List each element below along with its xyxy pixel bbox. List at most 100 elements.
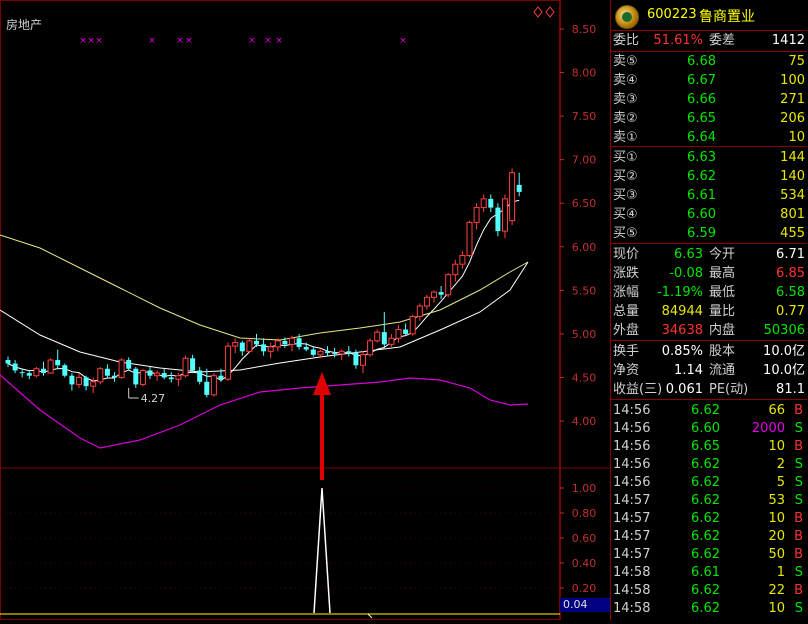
signal-marker: ×	[275, 36, 283, 46]
candle-body	[459, 254, 466, 265]
candle-body	[232, 342, 239, 347]
price-tick-label: 5.00	[572, 328, 597, 341]
stock-name: 鲁商置业	[699, 9, 755, 25]
candle-body	[502, 198, 508, 232]
stock-code: 600223	[647, 7, 697, 22]
candle-body	[409, 315, 416, 335]
arrow-head-icon	[313, 372, 331, 395]
indicator-tick-label: 0.40	[572, 557, 597, 570]
candle-body	[190, 358, 196, 371]
candle-body	[274, 340, 281, 348]
signal-marker: ×	[176, 36, 184, 46]
candle-body	[133, 368, 139, 385]
price-tick-label: 5.50	[572, 284, 597, 297]
candle-body	[296, 338, 302, 347]
candle-body	[90, 381, 97, 387]
candle-body	[325, 351, 330, 354]
signal-marker: ×	[399, 36, 407, 46]
bid-row: 买① 6.63 144	[613, 150, 805, 165]
diamond-icon	[545, 6, 555, 18]
chart-border	[0, 0, 560, 620]
indicator-panel	[0, 487, 560, 619]
price-tick-label: 4.50	[572, 371, 597, 384]
candle-body	[353, 353, 359, 366]
price-tick-label: 4.00	[572, 415, 597, 428]
candle-body	[19, 372, 25, 374]
quote-row: 涨跌 -0.08 最高 6.85	[613, 266, 805, 281]
candle-body	[261, 344, 267, 352]
tick-row: 14:58 6.62 22 B	[613, 583, 803, 598]
candle-body	[246, 340, 253, 352]
signal-marker: ×	[95, 36, 103, 46]
candle-body	[452, 263, 459, 276]
annotations: × × × × × × × × × ×4.27	[79, 6, 555, 480]
candle-body	[403, 329, 409, 334]
candle-body	[395, 329, 402, 339]
sector-label: 房地产	[6, 18, 43, 32]
bid-row: 买③ 6.61 534	[613, 188, 805, 203]
candle-body	[509, 172, 516, 222]
candle-body	[204, 381, 210, 395]
tick-row: 14:57 6.62 20 B	[613, 529, 803, 544]
candle-body	[338, 350, 345, 355]
signal-marker: ×	[148, 36, 156, 46]
candle-body	[423, 296, 430, 307]
finance-row: 净资 1.14 流通 10.0亿	[613, 363, 805, 378]
grid-layer	[0, 0, 560, 620]
candle-body	[62, 365, 68, 376]
indicator-tick-label: 0.80	[572, 507, 597, 520]
candle-body	[225, 345, 232, 380]
candle-body	[282, 340, 288, 345]
candle-body	[332, 353, 338, 355]
kline-chart[interactable]: × × × × × × × × × × 4.27 房地产	[0, 0, 560, 620]
quote-row: 涨幅 -1.19% 最低 6.58	[613, 285, 805, 300]
ask-row: 卖⑤ 6.68 75	[613, 54, 805, 69]
candle-body	[104, 368, 110, 376]
price-tick-label: 8.50	[572, 23, 597, 36]
signal-marker: ×	[87, 36, 95, 46]
candle-body	[267, 346, 274, 352]
candle-body	[197, 370, 203, 382]
candle-body	[12, 363, 18, 371]
candle-body	[473, 207, 480, 223]
tick-row: 14:56 6.62 2 S	[613, 457, 803, 472]
tick-row: 14:56 6.60 2000 S	[613, 421, 803, 436]
quote-row: 外盘 34638 内盘 50306	[613, 323, 805, 338]
candle-body	[438, 292, 444, 295]
candle-body	[182, 357, 189, 377]
diamond-icon	[533, 6, 543, 18]
candle-body	[310, 349, 316, 355]
candle-body	[97, 368, 104, 383]
candle-body	[374, 331, 381, 342]
candle-body	[83, 377, 89, 387]
bid-row: 买② 6.62 140	[613, 169, 805, 184]
indicator-spike	[313, 487, 331, 614]
bid-row: 买⑤ 6.59 455	[613, 226, 805, 241]
candle-body	[303, 346, 309, 350]
candle-body	[360, 354, 366, 366]
candle-body	[516, 184, 522, 192]
candle-body	[431, 291, 437, 298]
candle-body	[118, 359, 125, 378]
candle-body	[388, 337, 395, 345]
candle-body	[147, 370, 153, 376]
candle-body	[5, 360, 11, 364]
candles	[5, 168, 522, 398]
ask-row: 卖④ 6.67 100	[613, 73, 805, 88]
candle-body	[289, 337, 295, 345]
candle-body	[445, 274, 452, 296]
kline-svg[interactable]: × × × × × × × × × ×4.27	[0, 0, 560, 620]
low-price-label: 4.27	[141, 392, 166, 405]
candle-body	[76, 376, 82, 385]
signal-marker: ×	[248, 36, 256, 46]
candle-body	[210, 375, 217, 396]
price-tick-label: 7.50	[572, 110, 597, 123]
tick-row: 14:58 6.62 10 S	[613, 601, 803, 616]
candle-body	[239, 342, 245, 352]
signal-marker: ×	[185, 36, 193, 46]
candle-body	[33, 368, 40, 377]
tick-row: 14:57 6.62 10 B	[613, 511, 803, 526]
tick-row: 14:58 6.61 1 S	[613, 565, 803, 580]
candle-body	[41, 368, 46, 374]
candle-body	[126, 360, 132, 369]
